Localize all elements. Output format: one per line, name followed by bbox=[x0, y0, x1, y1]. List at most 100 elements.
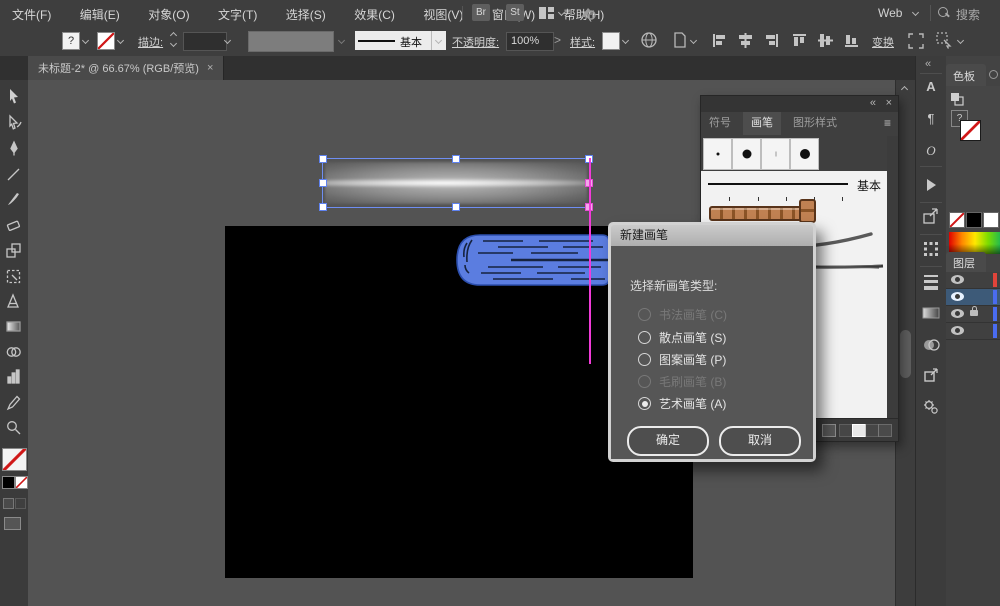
opacity-label[interactable]: 不透明度: bbox=[452, 34, 499, 50]
graphic-styles-panel-icon[interactable] bbox=[922, 398, 940, 416]
export-panel-icon[interactable] bbox=[922, 208, 940, 226]
selection-handle-nw[interactable] bbox=[319, 155, 327, 163]
close-panel-icon[interactable]: × bbox=[886, 97, 892, 109]
transparency-panel-icon[interactable] bbox=[922, 336, 940, 354]
brush-dot-medium[interactable] bbox=[732, 138, 761, 170]
workspace-switcher[interactable]: Web bbox=[878, 6, 902, 20]
align-vcenter-icon[interactable] bbox=[818, 33, 833, 48]
transform-label[interactable]: 变换 bbox=[872, 34, 894, 50]
layer-row-3-locked[interactable] bbox=[946, 306, 1000, 323]
fill-stroke-proxy-icon[interactable] bbox=[950, 92, 966, 106]
character-panel-icon[interactable]: A bbox=[922, 78, 940, 96]
visibility-eye-icon[interactable] bbox=[951, 309, 964, 318]
symbols-panel-icon[interactable] bbox=[922, 366, 940, 384]
opentype-panel-icon[interactable]: O bbox=[922, 142, 940, 160]
zoom-tool[interactable] bbox=[5, 419, 23, 437]
menu-object[interactable]: 对象(O) bbox=[136, 0, 201, 23]
isolate-icon[interactable] bbox=[908, 33, 924, 49]
selection-handle-w[interactable] bbox=[319, 179, 327, 187]
pencil-tool[interactable] bbox=[5, 394, 23, 412]
selection-handle-n[interactable] bbox=[452, 155, 460, 163]
actions-panel-icon[interactable] bbox=[922, 176, 940, 194]
arrange-documents-icon[interactable] bbox=[538, 6, 555, 20]
new-brush-icon[interactable] bbox=[852, 424, 866, 437]
stock-button[interactable]: St bbox=[506, 4, 524, 21]
visibility-eye-icon[interactable] bbox=[951, 326, 964, 335]
cancel-button[interactable]: 取消 bbox=[719, 426, 801, 456]
selection-handle-sw[interactable] bbox=[319, 203, 327, 211]
stroke-swatch-none[interactable] bbox=[97, 32, 115, 50]
draw-normal-mode-icon[interactable] bbox=[3, 498, 14, 509]
menu-edit[interactable]: 编辑(E) bbox=[68, 0, 132, 23]
delete-brush-icon[interactable] bbox=[878, 424, 892, 437]
selection-tool[interactable] bbox=[5, 88, 23, 106]
brush-row-basic[interactable]: 基本 bbox=[701, 171, 887, 198]
brush-definition-preview[interactable]: 基本 bbox=[355, 31, 431, 50]
swatch-none[interactable] bbox=[949, 212, 965, 228]
stroke-weight-up[interactable] bbox=[170, 30, 178, 38]
document-setup-chevron[interactable] bbox=[690, 37, 698, 45]
selection-handle-s[interactable] bbox=[452, 203, 460, 211]
menu-select[interactable]: 选择(S) bbox=[274, 0, 338, 23]
menu-view[interactable]: 视图(V) bbox=[411, 0, 475, 23]
paragraph-panel-icon[interactable]: ¶ bbox=[922, 110, 940, 128]
fill-swatch[interactable]: ? bbox=[62, 32, 80, 50]
stroke-color-indicator[interactable] bbox=[2, 476, 15, 489]
radio-pattern-label[interactable]: 图案画笔 (P) bbox=[659, 351, 726, 368]
align-bottom-icon[interactable] bbox=[844, 33, 859, 48]
layers-tab[interactable]: 图层 bbox=[946, 252, 986, 272]
brushes-panel-header[interactable]: « × bbox=[701, 96, 898, 112]
fill-chevron[interactable] bbox=[82, 37, 90, 45]
stroke-weight-label[interactable]: 描边: bbox=[138, 34, 163, 50]
ok-button[interactable]: 确定 bbox=[627, 426, 709, 456]
screen-mode-icon[interactable] bbox=[4, 517, 21, 530]
stroke-weight-chevron[interactable] bbox=[224, 37, 232, 45]
style-swatch[interactable] bbox=[602, 32, 620, 50]
radio-art-label[interactable]: 艺术画笔 (A) bbox=[659, 395, 726, 412]
search-icon[interactable] bbox=[938, 7, 948, 17]
free-transform-tool[interactable] bbox=[5, 268, 23, 286]
lock-icon[interactable] bbox=[970, 310, 978, 316]
align-right-icon[interactable] bbox=[764, 33, 779, 48]
dialog-title-bar[interactable]: 新建画笔 bbox=[611, 225, 813, 246]
swatches-tab[interactable]: 色板 bbox=[946, 64, 986, 86]
bridge-button[interactable]: Br bbox=[472, 4, 490, 21]
style-label[interactable]: 样式: bbox=[570, 34, 595, 50]
tab-symbols[interactable]: 符号 bbox=[701, 112, 739, 135]
gpu-performance-icon[interactable] bbox=[578, 5, 598, 21]
brush-dash-tiny[interactable] bbox=[761, 138, 790, 170]
stroke-proxy-none-swatch[interactable] bbox=[960, 120, 981, 141]
brush-dot-small[interactable] bbox=[703, 138, 732, 170]
scrollbar-up-arrow[interactable] bbox=[901, 84, 909, 92]
opacity-expand-arrow[interactable]: > bbox=[554, 33, 561, 47]
stroke-weight-down[interactable] bbox=[170, 40, 178, 48]
blue-brush-stroke-object[interactable] bbox=[453, 233, 611, 288]
tab-brushes[interactable]: 画笔 bbox=[743, 112, 781, 135]
layer-row-1[interactable] bbox=[946, 272, 1000, 289]
align-center-icon[interactable] bbox=[738, 33, 753, 48]
direct-selection-tool[interactable] bbox=[5, 114, 23, 132]
line-segment-tool[interactable] bbox=[5, 166, 23, 184]
paintbrush-tool[interactable] bbox=[5, 191, 23, 209]
radio-scatter-label[interactable]: 散点画笔 (S) bbox=[659, 329, 726, 346]
menu-type[interactable]: 文字(T) bbox=[206, 0, 269, 23]
document-tab-close-icon[interactable]: × bbox=[207, 62, 213, 74]
layer-row-4[interactable] bbox=[946, 323, 1000, 340]
search-field[interactable]: 搜索 bbox=[956, 6, 980, 23]
brush-definition-chevron-button[interactable] bbox=[431, 31, 446, 50]
brush-libraries-icon[interactable] bbox=[822, 424, 836, 437]
document-tab[interactable]: 未标题-2* @ 66.67% (RGB/预览) × bbox=[28, 56, 224, 80]
draw-behind-mode-icon[interactable] bbox=[15, 498, 26, 509]
select-similar-chevron[interactable] bbox=[957, 37, 965, 45]
stroke-swatch-chevron[interactable] bbox=[117, 37, 125, 45]
shape-builder-tool[interactable] bbox=[5, 343, 23, 361]
panel-menu-icon[interactable]: ≡ bbox=[884, 116, 891, 130]
none-color-indicator[interactable] bbox=[15, 476, 28, 489]
menu-effect[interactable]: 效果(C) bbox=[342, 0, 407, 23]
menu-file[interactable]: 文件(F) bbox=[0, 0, 63, 23]
swatch-black[interactable] bbox=[966, 212, 982, 228]
radio-scatter-brush[interactable] bbox=[638, 331, 651, 344]
expand-panels-icon[interactable]: « bbox=[925, 58, 931, 70]
perspective-tool[interactable] bbox=[5, 293, 23, 311]
arrange-documents-chevron[interactable] bbox=[558, 9, 566, 17]
